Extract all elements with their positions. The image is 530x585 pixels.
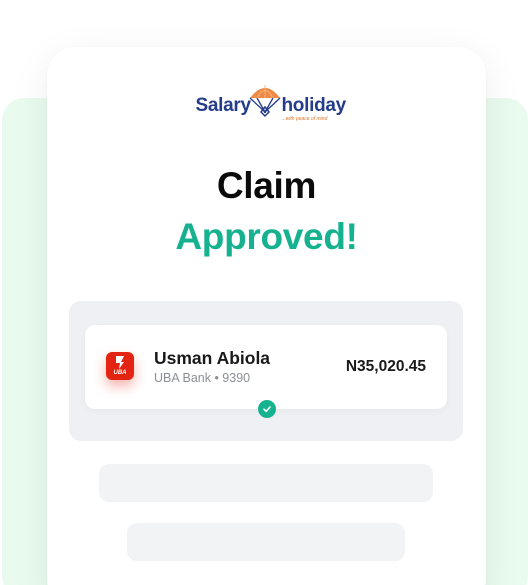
status-subtitle: Approved! bbox=[175, 216, 358, 257]
placeholder-bar bbox=[127, 523, 405, 561]
claim-amount: N35,020.45 bbox=[345, 358, 426, 375]
uba-emblem-icon bbox=[116, 356, 124, 369]
logo-salary-text: Salary bbox=[195, 95, 252, 116]
account-bank-detail: UBA Bank • 9390 bbox=[154, 371, 251, 385]
status-title: Claim bbox=[216, 165, 317, 206]
claim-card: Salary holiday ...with peace of mind Cla… bbox=[47, 47, 486, 585]
logo-tagline: ...with peace of mind bbox=[281, 116, 328, 122]
uba-bank-icon: UBA bbox=[106, 352, 134, 380]
account-holder-name: Usman Abiola bbox=[154, 348, 271, 368]
account-card[interactable]: UBA Usman Abiola UBA Bank • 9390 N35,020… bbox=[85, 325, 447, 409]
logo-holiday-text: holiday bbox=[281, 95, 347, 116]
brand-logo: Salary holiday ...with peace of mind bbox=[47, 83, 486, 129]
bank-logo-text: UBA bbox=[113, 370, 127, 376]
placeholder-bar bbox=[99, 464, 433, 502]
parachute-icon bbox=[249, 85, 280, 118]
account-summary-panel: UBA Usman Abiola UBA Bank • 9390 N35,020… bbox=[69, 301, 463, 441]
check-circle-icon bbox=[258, 400, 276, 418]
